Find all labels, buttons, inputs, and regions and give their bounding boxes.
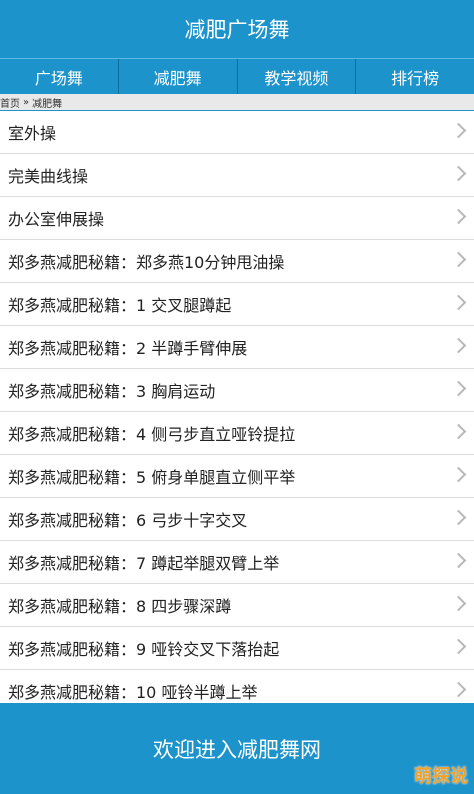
list-item[interactable]: 郑多燕减肥秘籍：5 俯身单腿直立侧平举 bbox=[0, 455, 474, 498]
chevron-right-icon bbox=[450, 423, 467, 440]
chevron-right-icon bbox=[450, 251, 467, 268]
list-item[interactable]: 完美曲线操 bbox=[0, 154, 474, 197]
tab-ranking[interactable]: 排行榜 bbox=[356, 59, 474, 95]
list-item[interactable]: 郑多燕减肥秘籍：9 哑铃交叉下落抬起 bbox=[0, 627, 474, 670]
chevron-right-icon bbox=[450, 552, 467, 569]
chevron-right-icon bbox=[450, 122, 467, 139]
list-item-label: 郑多燕减肥秘籍：1 交叉腿蹲起 bbox=[8, 296, 232, 315]
list-item[interactable]: 郑多燕减肥秘籍：3 胸肩运动 bbox=[0, 369, 474, 412]
chevron-right-icon bbox=[450, 595, 467, 612]
list-item[interactable]: 室外操 bbox=[0, 111, 474, 154]
breadcrumb-home-link[interactable]: 首页 bbox=[0, 95, 20, 110]
list-item-label: 郑多燕减肥秘籍：7 蹲起举腿双臂上举 bbox=[8, 554, 280, 573]
list-item[interactable]: 郑多燕减肥秘籍：2 半蹲手臂伸展 bbox=[0, 326, 474, 369]
list-item-label: 郑多燕减肥秘籍：郑多燕10分钟甩油操 bbox=[8, 253, 285, 272]
video-list: 室外操 完美曲线操 办公室伸展操 郑多燕减肥秘籍：郑多燕10分钟甩油操 郑多燕减… bbox=[0, 111, 474, 703]
tab-teaching-video[interactable]: 教学视频 bbox=[238, 59, 357, 95]
list-item-label: 郑多燕减肥秘籍：4 侧弓步直立哑铃提拉 bbox=[8, 425, 296, 444]
list-item-label: 室外操 bbox=[8, 124, 57, 143]
list-item-label: 郑多燕减肥秘籍：2 半蹲手臂伸展 bbox=[8, 339, 248, 358]
tab-guangchangwu[interactable]: 广场舞 bbox=[0, 59, 119, 95]
list-item-label: 办公室伸展操 bbox=[8, 210, 105, 229]
chevron-right-icon bbox=[450, 509, 467, 526]
list-item-label: 郑多燕减肥秘籍：5 俯身单腿直立侧平举 bbox=[8, 468, 296, 487]
list-item[interactable]: 郑多燕减肥秘籍：4 侧弓步直立哑铃提拉 bbox=[0, 412, 474, 455]
nav-bar: 广场舞 减肥舞 教学视频 排行榜 bbox=[0, 58, 474, 95]
list-item[interactable]: 郑多燕减肥秘籍：10 哑铃半蹲上举 bbox=[0, 670, 474, 703]
list-item[interactable]: 郑多燕减肥秘籍：郑多燕10分钟甩油操 bbox=[0, 240, 474, 283]
breadcrumb: 首页 » 减肥舞 bbox=[0, 94, 474, 111]
list-item-label: 完美曲线操 bbox=[8, 167, 89, 186]
list-item[interactable]: 郑多燕减肥秘籍：1 交叉腿蹲起 bbox=[0, 283, 474, 326]
footer-banner[interactable]: 欢迎进入减肥舞网 bbox=[0, 703, 474, 794]
breadcrumb-separator: » bbox=[23, 96, 30, 108]
list-item[interactable]: 郑多燕减肥秘籍：7 蹲起举腿双臂上举 bbox=[0, 541, 474, 584]
app-header: 减肥广场舞 bbox=[0, 0, 474, 58]
watermark-logo: 萌探说 bbox=[414, 766, 468, 787]
chevron-right-icon bbox=[450, 208, 467, 225]
list-item-label: 郑多燕减肥秘籍：3 胸肩运动 bbox=[8, 382, 216, 401]
list-item-label: 郑多燕减肥秘籍：8 四步骤深蹲 bbox=[8, 597, 232, 616]
list-item-label: 郑多燕减肥秘籍：6 弓步十字交叉 bbox=[8, 511, 248, 530]
chevron-right-icon bbox=[450, 380, 467, 397]
list-item[interactable]: 办公室伸展操 bbox=[0, 197, 474, 240]
breadcrumb-current: 减肥舞 bbox=[32, 98, 63, 110]
page-title: 减肥广场舞 bbox=[184, 18, 290, 42]
chevron-right-icon bbox=[450, 466, 467, 483]
tab-jianfeiwu[interactable]: 减肥舞 bbox=[119, 59, 238, 95]
list-item-label: 郑多燕减肥秘籍：9 哑铃交叉下落抬起 bbox=[8, 640, 280, 659]
chevron-right-icon bbox=[450, 337, 467, 354]
chevron-right-icon bbox=[450, 165, 467, 182]
footer-text: 欢迎进入减肥舞网 bbox=[153, 737, 321, 762]
chevron-right-icon bbox=[450, 294, 467, 311]
chevron-right-icon bbox=[450, 638, 467, 655]
list-item[interactable]: 郑多燕减肥秘籍：8 四步骤深蹲 bbox=[0, 584, 474, 627]
list-item[interactable]: 郑多燕减肥秘籍：6 弓步十字交叉 bbox=[0, 498, 474, 541]
list-item-label: 郑多燕减肥秘籍：10 哑铃半蹲上举 bbox=[8, 683, 258, 702]
chevron-right-icon bbox=[450, 681, 467, 698]
